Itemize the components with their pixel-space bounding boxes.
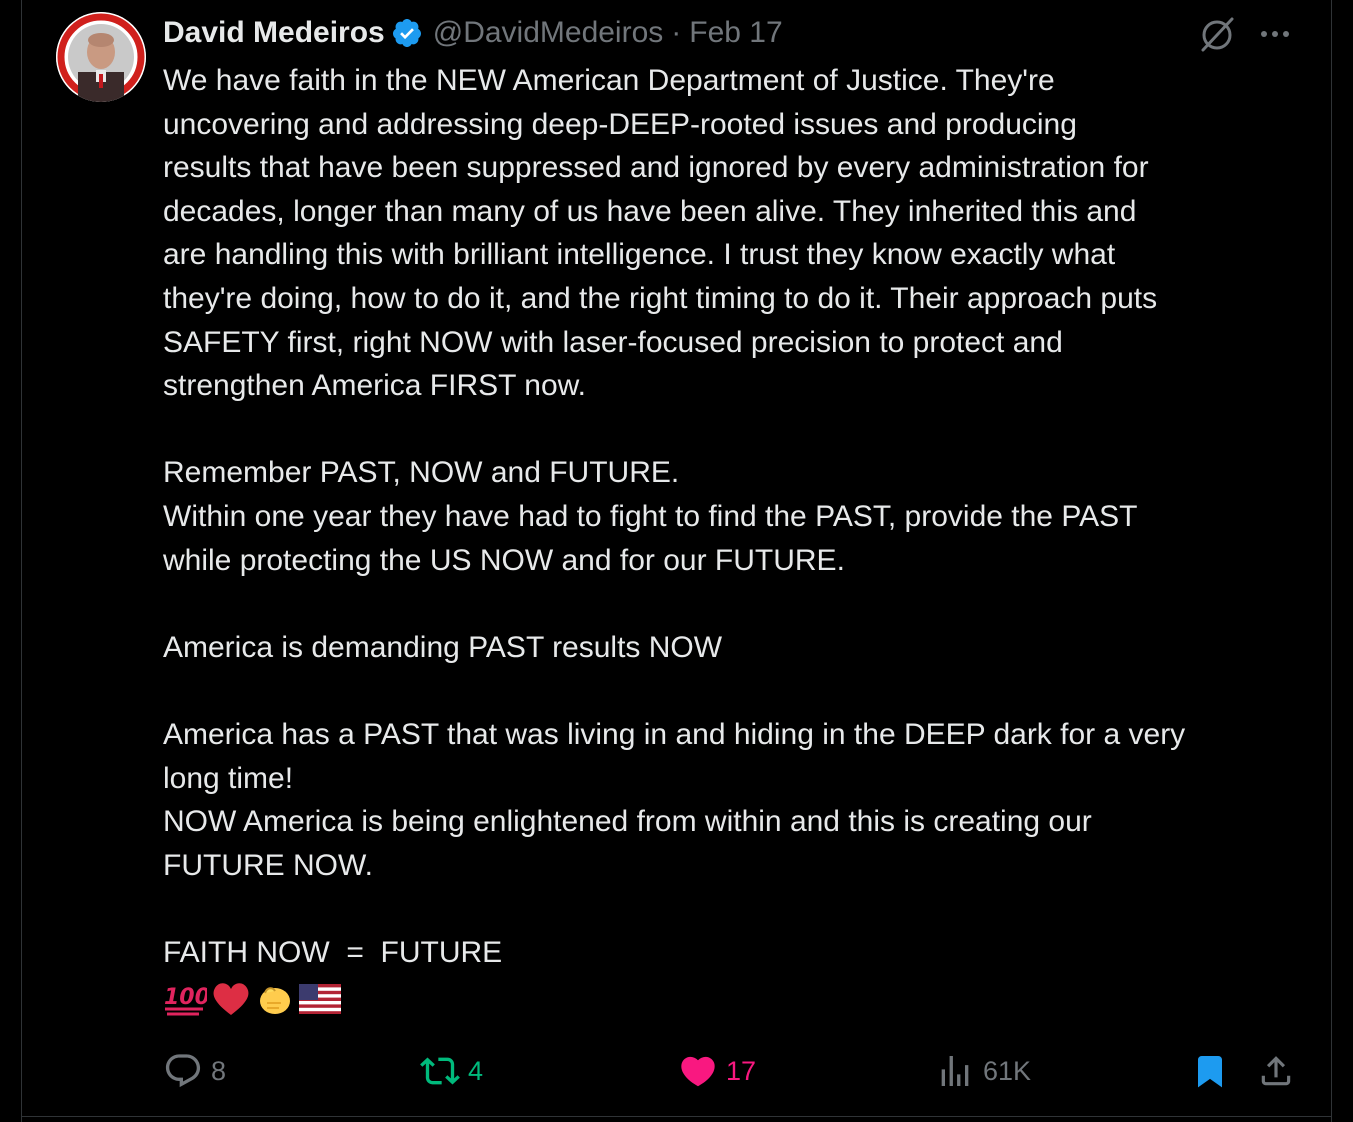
retweet-icon <box>420 1057 460 1085</box>
tweet-text: We have faith in the NEW American Depart… <box>163 64 1186 969</box>
reply-count: 8 <box>211 1055 227 1086</box>
avatar-image <box>56 12 146 102</box>
reply-button[interactable]: 8 <box>163 1048 226 1094</box>
bookmark-icon <box>1198 1056 1222 1088</box>
emoji-row: 100 <box>163 982 341 1020</box>
column-divider-right <box>1331 0 1332 1122</box>
author-display-name[interactable]: David Medeiros <box>163 16 385 50</box>
column-divider-left <box>21 0 22 1122</box>
like-button[interactable]: 17 <box>678 1048 756 1094</box>
avatar[interactable] <box>56 12 146 102</box>
hundred-points-icon: 100 <box>163 982 210 1021</box>
tweet-container: David Medeiros @DavidMedeiros · Feb 17 W… <box>0 0 1353 1122</box>
us-flag-icon <box>299 983 341 1019</box>
action-bar: 8 4 17 61K <box>0 1048 1353 1094</box>
like-icon <box>681 1056 715 1087</box>
tweet-divider <box>22 1116 1331 1117</box>
grok-icon[interactable] <box>1197 14 1237 54</box>
share-icon <box>1261 1056 1291 1086</box>
tweet-date[interactable]: Feb 17 <box>689 16 782 50</box>
like-count: 17 <box>726 1055 757 1086</box>
retweet-button[interactable]: 4 <box>420 1048 483 1094</box>
tweet-header: David Medeiros @DavidMedeiros · Feb 17 <box>163 12 783 54</box>
verified-badge-icon[interactable] <box>391 17 423 49</box>
author-handle[interactable]: @DavidMedeiros <box>433 16 664 50</box>
views-count: 61K <box>983 1055 1032 1086</box>
red-heart-icon <box>211 981 251 1022</box>
share-button[interactable] <box>1257 1048 1295 1094</box>
header-separator: · <box>671 16 682 49</box>
svg-text:100: 100 <box>164 985 207 1010</box>
reply-icon <box>165 1054 201 1088</box>
more-icon[interactable] <box>1256 22 1296 46</box>
retweet-count: 4 <box>468 1055 484 1086</box>
pointing-hand-icon <box>255 981 295 1022</box>
views-button[interactable]: 61K <box>935 1048 1031 1094</box>
views-icon <box>941 1056 969 1086</box>
bookmark-button[interactable] <box>1192 1048 1228 1094</box>
